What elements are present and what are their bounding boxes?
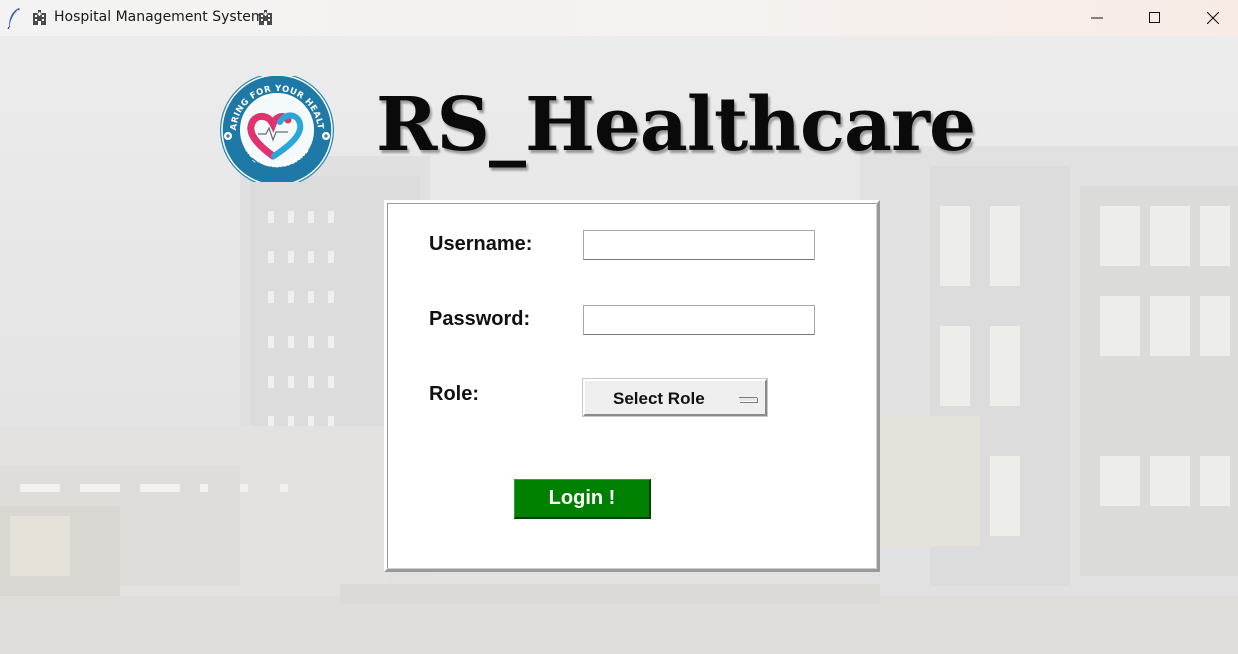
option-menu-indicator-icon [739,397,757,402]
password-input[interactable] [583,305,815,335]
username-label: Username: [429,233,533,255]
minimize-button[interactable] [1068,0,1126,36]
close-button[interactable] [1184,0,1238,36]
close-icon [1207,12,1219,24]
login-button[interactable]: Login ! [514,479,651,519]
hospital-emoji-icon [259,10,272,25]
role-select-dropdown[interactable]: Select Role [583,379,767,416]
feather-app-icon [7,8,20,29]
role-label: Role: [429,383,479,405]
hospital-emoji-icon [33,10,46,25]
login-window-content: CARING FOR YOUR HEALTH RS_HEALTHCARE RS_… [0,36,1238,654]
password-label: Password: [429,308,531,330]
maximize-button[interactable] [1126,0,1184,36]
username-input[interactable] [583,230,815,260]
minimize-icon [1091,17,1103,19]
window-titlebar: Hospital Management System [0,0,1238,36]
login-form-panel: Username: Password: Role: Select Role Lo… [384,200,880,572]
app-name-heading: RS_Healthcare [376,82,976,168]
maximize-icon [1149,12,1160,23]
rs-healthcare-logo: CARING FOR YOUR HEALTH RS_HEALTHCARE [218,76,334,182]
role-select-value: Select Role [613,389,705,408]
window-title: Hospital Management System [54,9,265,25]
